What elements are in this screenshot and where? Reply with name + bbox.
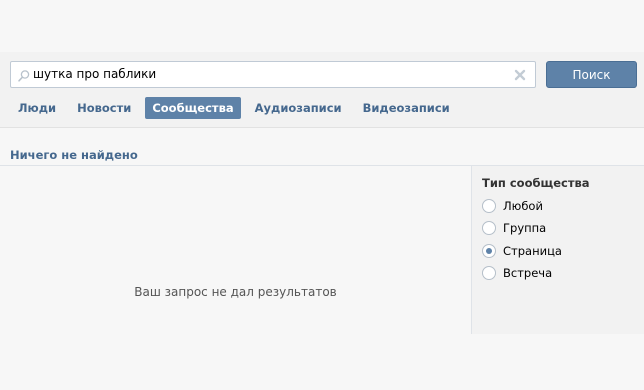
radio-event[interactable] [482,266,496,280]
filter-option-label: Встреча [503,266,553,280]
close-icon[interactable] [513,67,527,81]
results-area: Ваш запрос не дал результатов [0,166,471,334]
results-title: Ничего не найдено [10,148,138,162]
search-input[interactable] [33,62,503,87]
bottom-strip [0,334,644,390]
tab-communities[interactable]: Сообщества [145,97,241,119]
filter-title: Тип сообщества [482,176,590,190]
radio-page[interactable] [482,244,496,258]
filter-option-label: Страница [503,244,562,258]
top-strip [0,0,644,52]
search-icon [17,68,31,82]
search-button[interactable]: Поиск [546,61,637,88]
search-box[interactable] [10,61,536,88]
results-header: Ничего не найдено [0,128,644,166]
filter-option-any[interactable]: Любой [482,197,543,215]
tab-audio[interactable]: Аудиозаписи [248,97,349,119]
tab-people[interactable]: Люди [10,97,63,119]
search-panel: Поиск Люди Новости Сообщества Аудиозапис… [0,52,644,128]
filter-option-group[interactable]: Группа [482,219,546,237]
tab-video[interactable]: Видеозаписи [356,97,457,119]
community-type-filter: Тип сообщества Любой Группа Страница Вст… [471,166,644,334]
empty-results-message: Ваш запрос не дал результатов [134,285,337,299]
filter-option-label: Любой [503,199,543,213]
radio-group[interactable] [482,221,496,235]
radio-any[interactable] [482,199,496,213]
tab-news[interactable]: Новости [70,97,138,119]
filter-option-page[interactable]: Страница [482,242,562,260]
search-tabs: Люди Новости Сообщества Аудиозаписи Виде… [10,97,464,119]
filter-option-event[interactable]: Встреча [482,264,552,282]
filter-option-label: Группа [503,221,547,235]
